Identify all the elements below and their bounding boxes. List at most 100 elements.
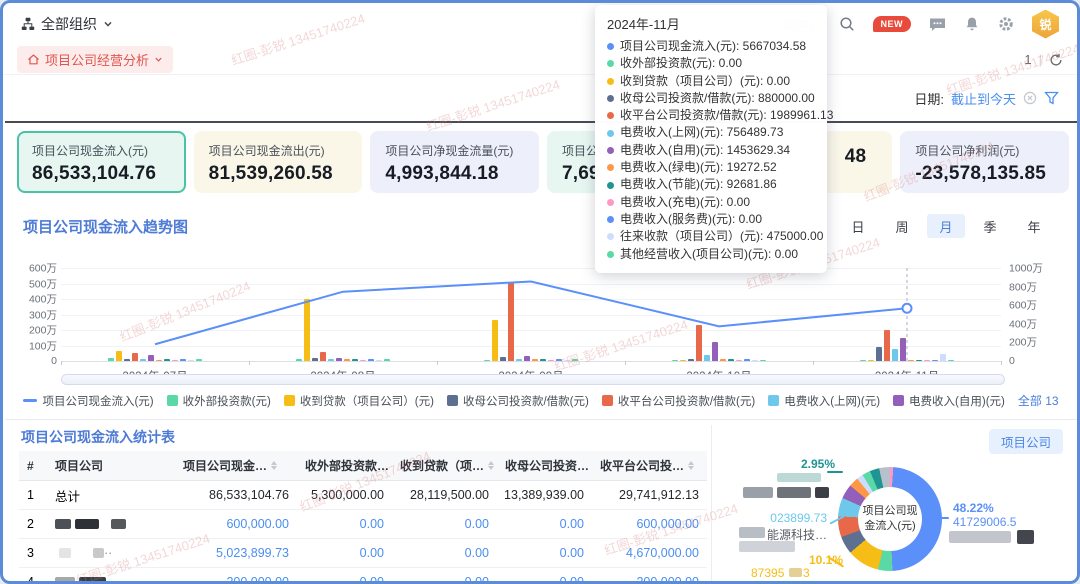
kpi-card[interactable]: 项目公司净利润(元)-23,578,135.85	[900, 131, 1069, 193]
table-header-cell[interactable]: 项目公司现金…	[175, 457, 297, 474]
donut-badge[interactable]: 项目公司	[989, 429, 1063, 454]
bar-group	[108, 268, 202, 361]
trend-plot[interactable]: 600万500万400万300万200万100万01000万800万600万40…	[61, 268, 1001, 361]
company-tail: …	[106, 575, 119, 584]
bell-icon[interactable]	[964, 16, 980, 33]
legend-item[interactable]: 项目公司现金流入(元)	[23, 393, 153, 409]
bar	[140, 359, 146, 361]
callout-pct: 2.95%	[765, 457, 835, 471]
sort-up-caret	[271, 461, 277, 465]
trend-chart-card: 项目公司现金流入趋势图 日周月季年 600万500万400万300万200万10…	[11, 208, 1075, 418]
org-switcher[interactable]: 全部组织	[21, 14, 113, 34]
kpi-card[interactable]: 项目公司现金流入(元)86,533,104.76	[17, 131, 186, 193]
value-cell[interactable]: 5,023,899.73	[175, 546, 297, 560]
avatar[interactable]: 锐	[1032, 10, 1059, 39]
legend-show-all-link[interactable]: 全部 13	[1018, 392, 1059, 409]
y-axis-right-tick: 0	[1009, 355, 1059, 367]
tab-年[interactable]: 年	[1015, 214, 1053, 238]
series-dot	[607, 78, 614, 85]
legend-item[interactable]: 收到贷款（项目公司）(元)	[284, 393, 434, 409]
bar	[672, 360, 678, 362]
value-cell: 13,389,939.00	[497, 488, 592, 502]
chart-legend: 项目公司现金流入(元)收外部投资款(元)收到贷款（项目公司）(元)收母公司投资款…	[61, 392, 1021, 409]
kpi-card[interactable]: 项目公司净现金流量(元)4,993,844.18	[370, 131, 539, 193]
donut-card: 项目公司 项目公司现金流入(元) 2.95%023899.73能源科技…10.1…	[715, 421, 1075, 584]
value-cell[interactable]: 0.00	[497, 575, 592, 584]
legend-item[interactable]: 收母公司投资款/借款(元)	[447, 393, 589, 409]
chat-icon[interactable]	[928, 16, 947, 33]
tab-日[interactable]: 日	[839, 214, 877, 238]
value-cell[interactable]: 0.00	[392, 546, 497, 560]
value-cell[interactable]: 0.00	[392, 575, 497, 584]
series-dot	[607, 130, 614, 137]
bar	[948, 360, 954, 362]
series-dot	[607, 60, 614, 67]
legend-item[interactable]: 电费收入(自用)(元)	[893, 393, 1005, 409]
value-cell[interactable]: 0.00	[497, 546, 592, 560]
sort-down-caret	[688, 466, 694, 470]
table-row[interactable]: 2600,000.000.000.000.00600,000.00	[19, 510, 707, 539]
x-axis-tick	[625, 361, 626, 365]
legend-item[interactable]: 收平台公司投资款/借款(元)	[602, 393, 755, 409]
callout-leader-line	[827, 471, 843, 473]
table-row[interactable]: 4 …200,000.000.000.000.00200,000.00	[19, 568, 707, 584]
company-tail: ··	[104, 546, 112, 560]
bar	[296, 359, 302, 361]
bar	[148, 355, 154, 361]
clear-filter-icon[interactable]	[1023, 91, 1037, 105]
tooltip-item: 收外部投资款(元): 0.00	[607, 55, 815, 72]
table-header-cell[interactable]: 收外部投资款…	[297, 457, 392, 474]
table-header-cell[interactable]: 收平台公司投…	[592, 457, 707, 474]
table-header-cell[interactable]: 收到贷款（项…	[392, 457, 497, 474]
legend-item[interactable]: 电费收入(上网)(元)	[768, 393, 880, 409]
table-header-cell[interactable]: 收母公司投资…	[497, 457, 592, 474]
bar	[752, 360, 758, 362]
redacted-text	[55, 519, 71, 529]
bar	[532, 359, 538, 361]
sort-icon[interactable]	[688, 461, 694, 470]
series-dot	[607, 112, 614, 119]
x-axis-tick	[61, 361, 62, 365]
sort-icon[interactable]	[271, 461, 277, 470]
bar	[908, 360, 914, 362]
tab-月[interactable]: 月	[927, 214, 965, 238]
table-row[interactable]: 3 ··5,023,899.730.000.000.004,670,000.00	[19, 539, 707, 568]
kpi-label: 项目公司现金流出(元)	[209, 142, 348, 159]
tab-周[interactable]: 周	[883, 214, 921, 238]
legend-item[interactable]: 收外部投资款(元)	[167, 393, 271, 409]
bar	[352, 359, 358, 361]
y-axis-right-tick: 400万	[1009, 316, 1059, 331]
value-cell[interactable]: 600,000.00	[592, 517, 707, 531]
refresh-icon[interactable]	[1049, 53, 1063, 67]
gear-icon[interactable]	[997, 15, 1015, 33]
funnel-icon[interactable]	[1044, 91, 1059, 106]
bar	[924, 360, 930, 362]
value-cell[interactable]: 200,000.00	[592, 575, 707, 584]
series-dot	[607, 164, 614, 171]
breadcrumb-tab[interactable]: 项目公司经营分析	[17, 46, 173, 73]
value-cell[interactable]: 200,000.00	[175, 575, 297, 584]
donut-center-label: 项目公司现金流入(元)	[858, 487, 922, 551]
value-cell[interactable]: 600,000.00	[175, 517, 297, 531]
sort-icon[interactable]	[488, 461, 494, 470]
tab-季[interactable]: 季	[971, 214, 1009, 238]
bar	[188, 360, 194, 362]
search-icon[interactable]	[839, 16, 856, 33]
kpi-card[interactable]: 项目公司现金流出(元)81,539,260.58	[194, 131, 363, 193]
value-cell[interactable]: 0.00	[297, 575, 392, 584]
legend-swatch	[893, 395, 904, 406]
series-dot	[607, 43, 614, 50]
value-cell[interactable]: 0.00	[297, 546, 392, 560]
value-cell[interactable]: 0.00	[497, 517, 592, 531]
redacted-block	[739, 541, 795, 552]
chart-scrollbar[interactable]	[61, 374, 1005, 385]
bar	[680, 360, 686, 362]
redacted-text	[111, 519, 126, 529]
date-filter-value[interactable]: 截止到今天	[951, 89, 1016, 108]
value-cell[interactable]: 4,670,000.00	[592, 546, 707, 560]
bar	[900, 338, 906, 361]
row-number-cell: 3	[19, 546, 47, 560]
legend-label: 收外部投资款(元)	[183, 393, 271, 409]
value-cell[interactable]: 0.00	[297, 517, 392, 531]
value-cell[interactable]: 0.00	[392, 517, 497, 531]
